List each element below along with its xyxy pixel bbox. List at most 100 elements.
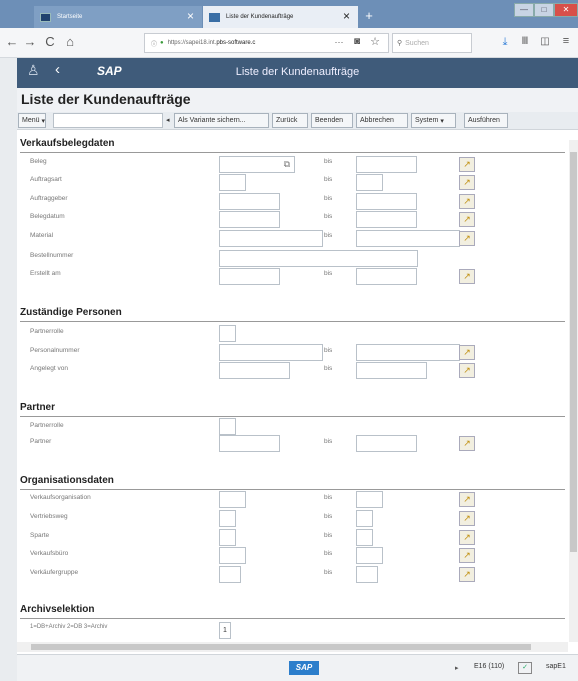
- url-domain: pbs-software.c: [216, 40, 256, 46]
- execute-button[interactable]: Ausführen: [464, 113, 508, 128]
- section-divider: [20, 152, 565, 153]
- multiple-selection-icon[interactable]: ↗: [459, 194, 475, 209]
- auftragsart-from-input[interactable]: [219, 174, 246, 191]
- personalnummer-to-input[interactable]: [356, 344, 460, 361]
- tab-startseite[interactable]: Startseite ×: [34, 6, 202, 28]
- pocket-icon[interactable]: ◙: [349, 36, 365, 47]
- bis-label: bis: [324, 270, 333, 277]
- partnerrolle-input[interactable]: [219, 325, 236, 342]
- scrollbar-thumb[interactable]: [31, 644, 531, 650]
- tab-title: Startseite: [57, 14, 83, 20]
- page-title: Liste der Kundenaufträge: [21, 91, 191, 107]
- command-field[interactable]: [53, 113, 163, 128]
- material-to-input[interactable]: [356, 230, 460, 247]
- vkbuero-to-input[interactable]: [356, 547, 383, 564]
- menu-icon[interactable]: ≡: [558, 35, 574, 47]
- belegdatum-from-input[interactable]: [219, 211, 280, 228]
- user-icon[interactable]: ♙: [27, 62, 40, 79]
- multiple-selection-icon[interactable]: ↗: [459, 363, 475, 378]
- angelegt-from-input[interactable]: [219, 362, 290, 379]
- expand-arrow-icon[interactable]: ▸: [455, 664, 459, 672]
- close-tab-icon[interactable]: ×: [187, 9, 194, 23]
- library-icon[interactable]: Ⅲ: [517, 36, 533, 47]
- vkgruppe-to-input[interactable]: [356, 566, 378, 583]
- vkorg-to-input[interactable]: [356, 491, 383, 508]
- vkbuero-from-input[interactable]: [219, 547, 246, 564]
- angelegt-to-input[interactable]: [356, 362, 427, 379]
- search-input[interactable]: ⚲ Suchen: [392, 33, 472, 53]
- tab-liste-kundenauftraege[interactable]: Liste der Kundenaufträge ×: [203, 6, 358, 28]
- forward-arrow-icon[interactable]: →: [22, 34, 38, 49]
- menu-button[interactable]: Menü ▾: [18, 113, 46, 128]
- page-actions-icon[interactable]: ···: [331, 37, 347, 47]
- beleg-from-input[interactable]: ⧉: [219, 156, 295, 173]
- close-tab-icon[interactable]: ×: [343, 9, 350, 23]
- status-icon[interactable]: ✓: [518, 662, 532, 674]
- bestellnummer-input[interactable]: [219, 250, 418, 267]
- bis-label: bis: [324, 532, 333, 539]
- auftraggeber-to-input[interactable]: [356, 193, 417, 210]
- partner-rolle-input[interactable]: [219, 418, 236, 435]
- erstellt-from-input[interactable]: [219, 268, 280, 285]
- multiple-selection-icon[interactable]: ↗: [459, 530, 475, 545]
- expand-arrow-icon[interactable]: ◂: [166, 116, 170, 124]
- back-icon[interactable]: ‹: [55, 61, 60, 78]
- cancel-button[interactable]: Abbrechen: [356, 113, 408, 128]
- save-variant-button[interactable]: Als Variante sichern...: [174, 113, 269, 128]
- new-tab-button[interactable]: +: [360, 8, 378, 23]
- vertriebsweg-to-input[interactable]: [356, 510, 373, 527]
- status-bar: SAP ▸ E16 (110) ✓ sapE1: [17, 654, 578, 681]
- toolbar: Menü ▾ ◂ Als Variante sichern... Zurück B…: [17, 112, 578, 130]
- multiple-selection-icon[interactable]: ↗: [459, 231, 475, 246]
- multiple-selection-icon[interactable]: ↗: [459, 269, 475, 284]
- home-icon[interactable]: ⌂: [62, 34, 78, 49]
- multiple-selection-icon[interactable]: ↗: [459, 511, 475, 526]
- archiv-input[interactable]: 1: [219, 622, 231, 639]
- belegdatum-to-input[interactable]: [356, 211, 417, 228]
- field-label: Beleg: [30, 158, 47, 165]
- multiple-selection-icon[interactable]: ↗: [459, 548, 475, 563]
- vertical-scrollbar[interactable]: [569, 140, 578, 642]
- scrollbar-thumb[interactable]: [570, 152, 577, 552]
- beleg-to-input[interactable]: [356, 156, 417, 173]
- multiple-selection-icon[interactable]: ↗: [459, 436, 475, 451]
- partner-to-input[interactable]: [356, 435, 417, 452]
- field-label: Verkaufsbüro: [30, 550, 69, 557]
- multiple-selection-icon[interactable]: ↗: [459, 345, 475, 360]
- close-window-button[interactable]: ✕: [554, 3, 578, 17]
- sparte-to-input[interactable]: [356, 529, 373, 546]
- multiple-selection-icon[interactable]: ↗: [459, 157, 475, 172]
- download-icon[interactable]: ⤓: [497, 36, 513, 49]
- exit-button[interactable]: Beenden: [311, 113, 353, 128]
- sparte-from-input[interactable]: [219, 529, 236, 546]
- back-arrow-icon[interactable]: ←: [4, 34, 20, 49]
- multiple-selection-icon[interactable]: ↗: [459, 212, 475, 227]
- vertriebsweg-from-input[interactable]: [219, 510, 236, 527]
- reload-icon[interactable]: C: [42, 34, 58, 49]
- sap-favicon-icon: [209, 12, 220, 22]
- multiple-selection-icon[interactable]: ↗: [459, 492, 475, 507]
- multiple-selection-icon[interactable]: ↗: [459, 175, 475, 190]
- sap-favicon-icon: [40, 12, 51, 22]
- horizontal-scrollbar[interactable]: [17, 642, 568, 652]
- maximize-button[interactable]: □: [534, 3, 554, 17]
- partner-from-input[interactable]: [219, 435, 280, 452]
- sidebar-icon[interactable]: ◫: [537, 36, 553, 47]
- multiple-selection-icon[interactable]: ↗: [459, 567, 475, 582]
- minimize-button[interactable]: —: [514, 3, 534, 17]
- erstellt-to-input[interactable]: [356, 268, 417, 285]
- sap-logo: SAP: [97, 64, 122, 78]
- vkgruppe-from-input[interactable]: [219, 566, 241, 583]
- bis-label: bis: [324, 176, 333, 183]
- auftraggeber-from-input[interactable]: [219, 193, 280, 210]
- vkorg-from-input[interactable]: [219, 491, 246, 508]
- personalnummer-from-input[interactable]: [219, 344, 323, 361]
- auftragsart-to-input[interactable]: [356, 174, 383, 191]
- system-button[interactable]: System ▾: [411, 113, 456, 128]
- back-button[interactable]: Zurück: [272, 113, 308, 128]
- section-divider: [20, 321, 565, 322]
- bis-label: bis: [324, 213, 333, 220]
- material-from-input[interactable]: [219, 230, 323, 247]
- bookmark-star-icon[interactable]: ☆: [367, 35, 383, 48]
- url-prefix: https://sapei18.int.: [167, 40, 217, 46]
